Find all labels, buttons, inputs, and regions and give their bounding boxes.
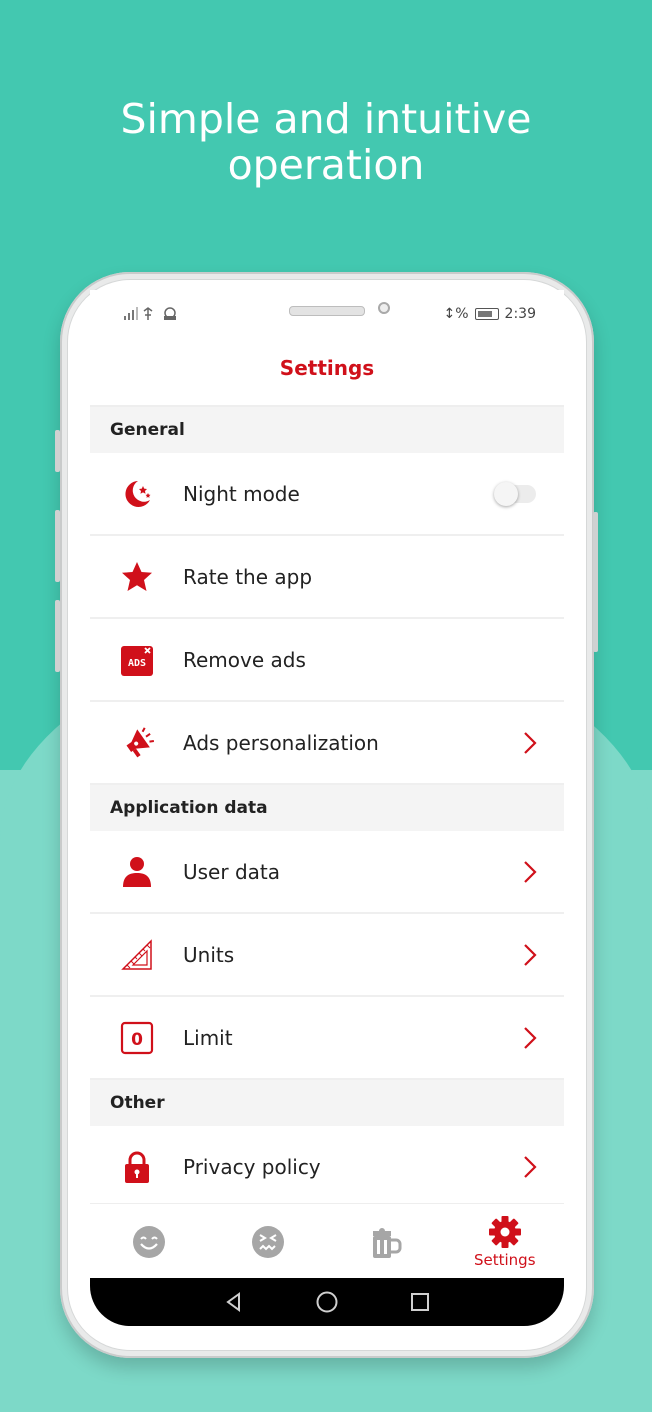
chevron-right-icon — [524, 1155, 537, 1178]
setting-ads-personalization[interactable]: Ads personalization — [90, 702, 564, 785]
beer-mug-icon — [373, 1227, 402, 1258]
status-bar-right: ↕% 2:39 — [444, 306, 537, 322]
setting-label: Rate the app — [183, 564, 313, 589]
setting-label: Limit — [183, 1025, 233, 1050]
setting-label: Units — [183, 942, 235, 967]
gear-icon — [488, 1215, 521, 1248]
setting-user-data[interactable]: User data — [90, 831, 564, 914]
status-bar-left — [124, 306, 184, 326]
ads-icon-text: ADS — [128, 658, 146, 669]
system-navigation-bar — [90, 1278, 564, 1326]
sick-face-icon — [251, 1225, 284, 1258]
chevron-right-icon — [524, 860, 537, 883]
nav-tab-mood[interactable] — [90, 1204, 209, 1279]
phone-speaker — [289, 306, 365, 316]
section-header-general: General — [90, 407, 564, 453]
star-icon — [119, 559, 155, 595]
setting-night-mode[interactable]: Night mode — [90, 453, 564, 536]
headline-line-2: operation — [227, 141, 425, 189]
megaphone-icon — [119, 725, 155, 761]
section-header-other: Other — [90, 1080, 564, 1126]
phone-side-button — [55, 430, 60, 472]
back-icon[interactable] — [223, 1291, 245, 1313]
nav-tab-hangover[interactable] — [209, 1204, 328, 1279]
nav-tab-drinks[interactable] — [327, 1204, 446, 1279]
settings-list: General Night mode Rate the app ADS Remo… — [90, 407, 564, 1207]
battery-icon — [474, 308, 499, 320]
setting-rate-app[interactable]: Rate the app — [90, 536, 564, 619]
smile-face-icon — [133, 1225, 166, 1258]
status-icons — [124, 307, 176, 320]
user-icon — [119, 854, 155, 890]
phone-power-button — [593, 512, 598, 652]
chevron-right-icon — [524, 943, 537, 966]
bottom-navigation: Settings — [90, 1203, 564, 1279]
phone-camera — [378, 302, 390, 314]
nav-tab-settings[interactable]: Settings — [446, 1204, 565, 1279]
status-time: 2:39 — [504, 306, 536, 322]
moon-stars-icon — [119, 476, 155, 512]
battery-percent: ↕% — [443, 306, 469, 322]
toggle-knob — [494, 481, 518, 506]
nav-tab-label: Settings — [473, 1250, 536, 1269]
home-icon[interactable] — [315, 1290, 339, 1314]
night-mode-toggle[interactable] — [494, 481, 536, 506]
phone-volume-down-button — [55, 600, 60, 672]
page-title: Settings — [279, 356, 375, 380]
ads-icon: ADS — [119, 642, 155, 678]
setting-label: Ads personalization — [183, 730, 379, 755]
setting-units[interactable]: Units — [90, 914, 564, 997]
setting-label: Night mode — [183, 481, 300, 506]
chevron-right-icon — [524, 1026, 537, 1049]
headline: Simple and intuitive operation — [0, 96, 652, 188]
recents-icon[interactable] — [409, 1291, 431, 1313]
setting-privacy-policy[interactable]: Privacy policy — [90, 1126, 564, 1207]
limit-icon-text: 0 — [131, 1030, 143, 1050]
section-header-application-data: Application data — [90, 785, 564, 831]
phone-volume-up-button — [55, 510, 60, 582]
headline-line-1: Simple and intuitive — [120, 95, 532, 143]
setting-label: Privacy policy — [183, 1154, 321, 1179]
setting-remove-ads[interactable]: ADS Remove ads — [90, 619, 564, 702]
setting-label: Remove ads — [183, 647, 306, 672]
lock-icon — [119, 1149, 155, 1185]
setting-label: User data — [183, 859, 280, 884]
setting-limit[interactable]: 0 Limit — [90, 997, 564, 1080]
limit-icon: 0 — [119, 1020, 155, 1056]
chevron-right-icon — [524, 731, 537, 754]
ruler-triangle-icon — [119, 937, 155, 973]
